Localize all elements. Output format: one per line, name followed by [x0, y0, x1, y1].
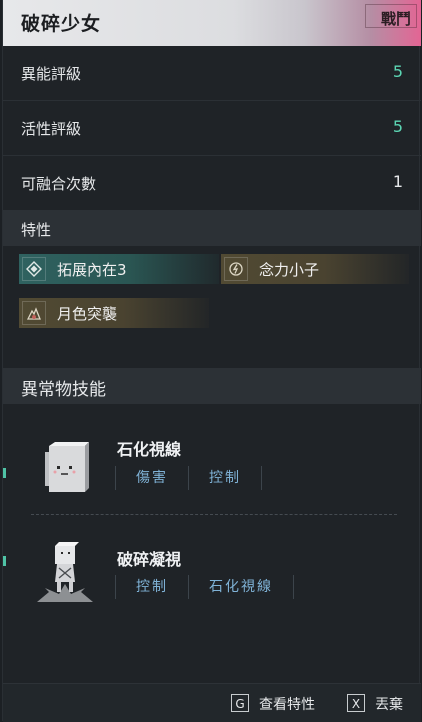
item-detail-panel: 破碎少女 戰鬥 異能評級 5 活性評級 5 可融合次數 1 特性 拓展內在3 念… [2, 0, 421, 722]
skills-section-header: 異常物技能 [3, 368, 421, 404]
skill-tag: 控制 [188, 466, 262, 490]
skill-tags: 傷害 控制 [115, 466, 262, 490]
trait-chip-moonlight-raid[interactable]: 月色突襲 [19, 298, 209, 328]
section-title: 特性 [21, 221, 52, 239]
traits-section-header: 特性 [3, 210, 421, 246]
item-title: 破碎少女 [21, 13, 102, 35]
stat-label: 異能評級 [21, 65, 82, 83]
trait-label: 月色突襲 [57, 305, 118, 323]
trait-label: 拓展內在3 [57, 261, 127, 279]
key-x-icon[interactable]: X [347, 694, 365, 712]
skill-item-petrify-gaze[interactable]: 石化視線 傷害 控制 [3, 410, 421, 520]
skill-divider [31, 514, 397, 515]
item-header: 破碎少女 戰鬥 [3, 0, 421, 46]
view-traits-action[interactable]: 查看特性 [259, 694, 315, 714]
trait-chip-psychic-kid[interactable]: 念力小子 [221, 254, 409, 284]
discard-action[interactable]: 丟棄 [375, 694, 403, 714]
stat-value: 5 [392, 62, 403, 81]
trait-chip-expand-inner[interactable]: 拓展內在3 [19, 254, 219, 284]
category-tag: 戰鬥 [380, 10, 411, 28]
footer-actions: G 查看特性 X 丟棄 [3, 683, 421, 722]
diamond-icon [22, 257, 46, 281]
skill-name: 石化視線 [117, 440, 182, 459]
psychic-swirl-icon [224, 257, 248, 281]
stat-label: 可融合次數 [21, 175, 97, 193]
skill-tag: 傷害 [115, 466, 188, 490]
stat-row-activity-rank: 活性評級 5 [3, 101, 421, 155]
stat-label: 活性評級 [21, 120, 82, 138]
trait-label: 念力小子 [259, 261, 320, 279]
stat-value: 1 [392, 172, 403, 191]
block-face-icon [41, 440, 91, 500]
moon-strike-icon [22, 301, 46, 325]
stat-value: 5 [392, 117, 403, 136]
skill-item-shattered-stare[interactable]: 破碎凝視 控制 石化視線 [3, 520, 421, 630]
broken-girl-icon [35, 540, 95, 610]
stat-row-fusion-count: 可融合次數 1 [3, 156, 421, 210]
key-g-icon[interactable]: G [231, 694, 249, 712]
skill-name: 破碎凝視 [117, 550, 182, 569]
stat-row-ability-rank: 異能評級 5 [3, 46, 421, 100]
skill-tag: 石化視線 [188, 575, 294, 599]
skill-tag: 控制 [115, 575, 188, 599]
section-title: 異常物技能 [21, 380, 106, 400]
skill-tags: 控制 石化視線 [115, 575, 294, 599]
